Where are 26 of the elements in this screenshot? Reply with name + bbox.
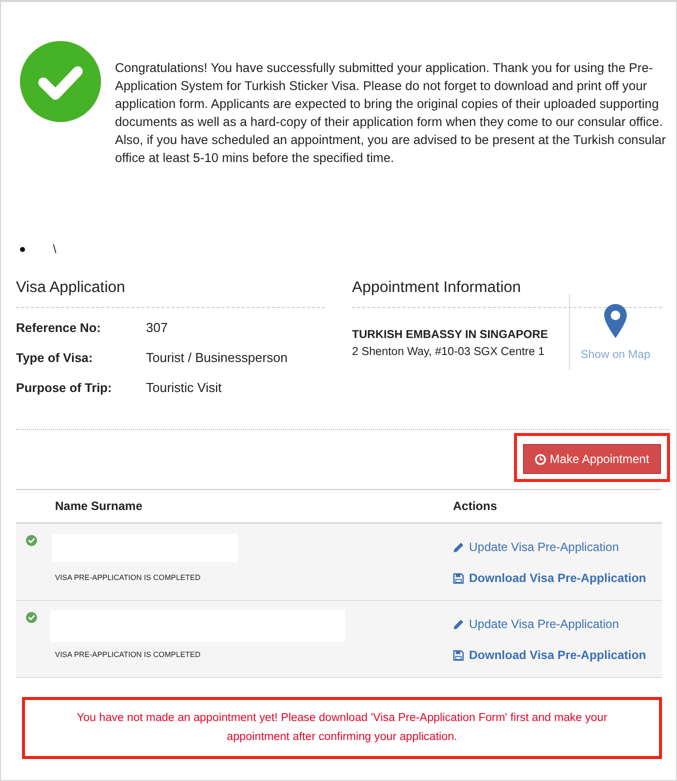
- list-item-text: \: [53, 242, 56, 256]
- success-message: Congratulations! You have successfully submitted your application. Thank you for using the Pre-Application System for Turkish Sticker Visa. Please do not forget to download and print off your application form. Applicants are expected to bring the original copies of their uploaded supporting documents as well as a hard-copy of their application form when they come to our consular office. Also, if you have scheduled an appointment, you are advised to be present at the Turkish consular office at least 5-10 mins before the specified time.: [115, 60, 667, 167]
- make-appointment-button[interactable]: Make Appointment: [523, 444, 661, 474]
- download-link[interactable]: Download Visa Pre-Application: [453, 570, 646, 586]
- update-link[interactable]: Update Visa Pre-Application: [453, 616, 646, 632]
- field-value: Touristic Visit: [146, 379, 222, 397]
- warning-message: You have not made an appointment yet! Please download 'Visa Pre-Application Form' first and make your appointment after confirming your application.: [76, 711, 608, 745]
- column-header: Name Surname: [55, 499, 144, 513]
- column-header: Actions: [453, 499, 498, 513]
- clock-icon: [534, 454, 546, 464]
- field-value: 307: [146, 319, 168, 337]
- map-pin-icon[interactable]: [604, 304, 627, 338]
- pencil-icon: [453, 542, 464, 552]
- update-link[interactable]: Update Visa Pre-Application: [453, 539, 646, 555]
- office-name: TURKISH EMBASSY IN SINGAPORE: [352, 328, 549, 343]
- office-address: 2 Shenton Way, #10-03 SGX Centre 1: [352, 345, 546, 360]
- field-label: Type of Visa:: [16, 350, 94, 367]
- field-label: Reference No:: [16, 320, 102, 337]
- show-on-map-link[interactable]: Show on Map: [580, 347, 650, 363]
- bullet-icon: [20, 246, 25, 252]
- download-link[interactable]: Download Visa Pre-Application: [453, 647, 646, 663]
- pencil-icon: [453, 618, 464, 630]
- field-value: Tourist / Businessperson: [146, 349, 288, 367]
- success-check-icon: [20, 41, 101, 122]
- section-title: Visa Application: [16, 278, 325, 308]
- field-label: Purpose of Trip:: [16, 380, 113, 397]
